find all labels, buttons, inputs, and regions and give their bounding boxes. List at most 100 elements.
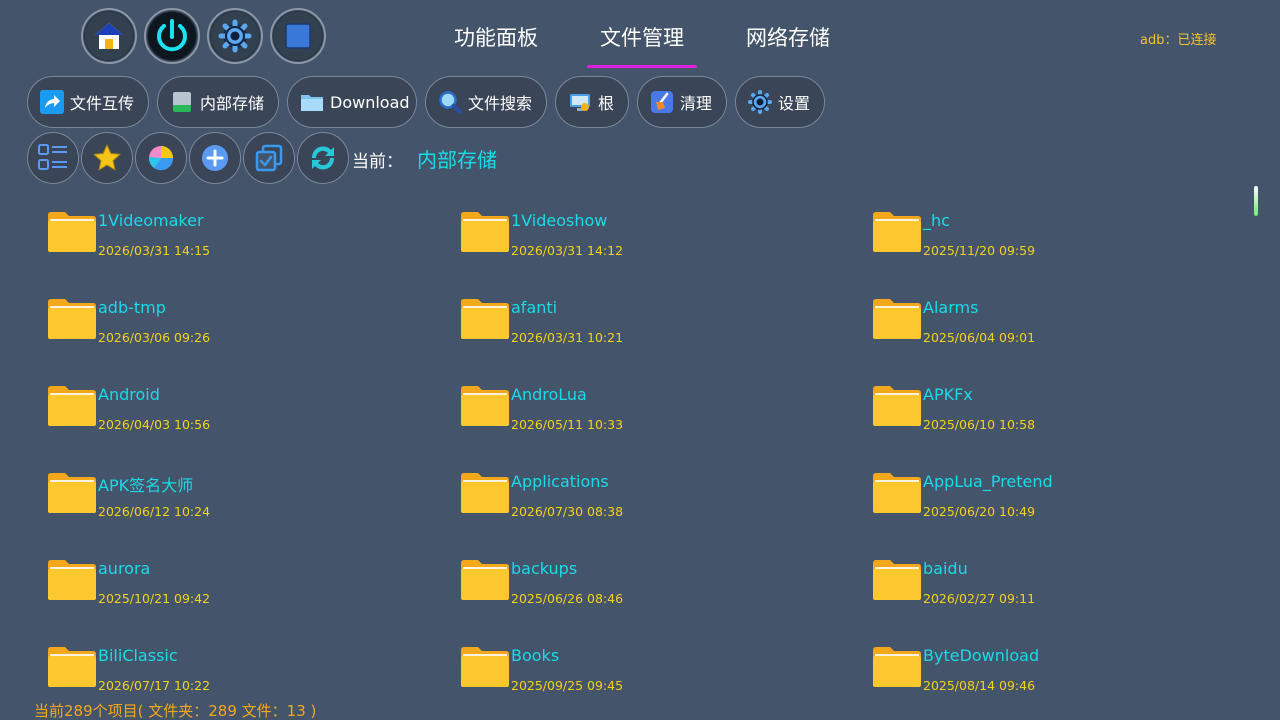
refresh-icon	[311, 146, 335, 170]
folder-item[interactable]: afanti 2026/03/31 10:21	[459, 292, 871, 379]
folder-icon	[873, 560, 921, 600]
folder-item[interactable]: backups 2025/06/26 08:46	[459, 553, 871, 640]
folder-item[interactable]: baidu 2026/02/27 09:11	[871, 553, 1251, 640]
folder-date: 2026/07/17 10:22	[98, 678, 211, 693]
folder-name: aurora	[98, 559, 151, 578]
folder-date: 2026/06/12 10:24	[98, 504, 211, 519]
internal-storage-button[interactable]: 内部存储	[157, 76, 279, 128]
folder-item[interactable]: _hc 2025/11/20 09:59	[871, 205, 1251, 292]
folder-date: 2025/11/20 09:59	[923, 243, 1036, 258]
folder-name: Books	[511, 646, 560, 665]
folder-item[interactable]: aurora 2025/10/21 09:42	[46, 553, 459, 640]
item-count-summary: 当前289个项目( 文件夹：289 文件：13 )	[34, 702, 317, 720]
folder-date: 2026/03/31 14:15	[98, 243, 211, 258]
folder-item[interactable]: Android 2026/04/03 10:56	[46, 379, 459, 466]
folder-name: baidu	[923, 559, 968, 578]
folder-item[interactable]: APKFx 2025/06/10 10:58	[871, 379, 1251, 466]
file-transfer-button[interactable]: 文件互传	[27, 76, 149, 128]
multi-select-button[interactable]	[243, 132, 295, 184]
folder-date: 2026/02/27 09:11	[923, 591, 1036, 606]
folder-icon	[873, 647, 921, 687]
file-search-label: 文件搜索	[468, 94, 533, 113]
tab-network-storage[interactable]: 网络存储	[746, 22, 830, 68]
download-label: Download	[330, 92, 410, 112]
root-label: 根	[598, 94, 615, 113]
folder-name: BiliClassic	[98, 646, 178, 665]
folder-name: Android	[98, 385, 160, 404]
folder-icon	[48, 647, 96, 687]
tab-file-manager[interactable]: 文件管理	[587, 22, 697, 68]
view-mode-button[interactable]	[27, 132, 79, 184]
scrollbar-thumb[interactable]	[1254, 186, 1258, 216]
folder-name: _hc	[923, 211, 950, 230]
folder-date: 2026/03/31 10:21	[511, 330, 624, 345]
folder-date: 2025/06/26 08:46	[511, 591, 624, 606]
folder-icon	[873, 473, 921, 513]
folder-name: 1Videomaker	[98, 211, 204, 230]
settings-label: 设置	[778, 94, 811, 113]
favorite-button[interactable]	[81, 132, 133, 184]
file-transfer-label: 文件互传	[70, 94, 135, 113]
folder-date: 2026/07/30 08:38	[511, 504, 624, 519]
folder-icon	[461, 473, 509, 513]
folder-icon	[461, 560, 509, 600]
adb-status: adb：已连接	[1140, 33, 1217, 48]
folder-icon	[461, 386, 509, 426]
add-icon	[202, 145, 228, 171]
file-search-button[interactable]: 文件搜索	[425, 76, 547, 128]
stop-button[interactable]	[270, 8, 326, 64]
gear-icon	[748, 90, 772, 114]
refresh-button[interactable]	[297, 132, 349, 184]
home-icon	[84, 11, 134, 61]
current-path[interactable]: 内部存储	[417, 144, 497, 173]
internal-storage-label: 内部存储	[200, 94, 265, 113]
folder-name: Alarms	[923, 298, 979, 317]
clean-button[interactable]: 清理	[637, 76, 727, 128]
add-button[interactable]	[189, 132, 241, 184]
home-button[interactable]	[81, 8, 137, 64]
multi-select-icon	[255, 144, 283, 172]
power-button[interactable]	[144, 8, 200, 64]
folder-date: 2025/09/25 09:45	[511, 678, 624, 693]
settings-pill-button[interactable]: 设置	[735, 76, 825, 128]
folder-date: 2025/10/21 09:42	[98, 591, 211, 606]
folder-icon	[48, 212, 96, 252]
storage-chart-button[interactable]	[135, 132, 187, 184]
folder-item[interactable]: 1Videomaker 2026/03/31 14:15	[46, 205, 459, 292]
folder-item[interactable]: Alarms 2025/06/04 09:01	[871, 292, 1251, 379]
folder-item[interactable]: 1Videoshow 2026/03/31 14:12	[459, 205, 871, 292]
folder-item[interactable]: AppLua_Pretend 2025/06/20 10:49	[871, 466, 1251, 553]
folder-name: backups	[511, 559, 578, 578]
folder-name: Applications	[511, 472, 609, 491]
folder-item[interactable]: adb-tmp 2026/03/06 09:26	[46, 292, 459, 379]
folder-item[interactable]: Books 2025/09/25 09:45	[459, 640, 871, 720]
current-path-label: 当前：	[352, 152, 403, 172]
tab-function-panel[interactable]: 功能面板	[454, 22, 538, 68]
folder-name: adb-tmp	[98, 298, 166, 317]
folder-date: 2026/05/11 10:33	[511, 417, 624, 432]
folder-name: APK签名大师	[98, 476, 194, 495]
folder-date: 2026/03/31 14:12	[511, 243, 624, 258]
folder-name: afanti	[511, 298, 558, 317]
share-icon	[40, 90, 64, 114]
root-button[interactable]: 根	[555, 76, 629, 128]
storage-chart-icon	[148, 146, 174, 171]
folder-name: 1Videoshow	[511, 211, 608, 230]
power-icon	[147, 11, 197, 61]
folder-icon	[461, 299, 509, 339]
download-button[interactable]: Download	[287, 76, 417, 128]
folder-date: 2026/04/03 10:56	[98, 417, 211, 432]
favorite-icon	[93, 144, 121, 171]
folder-icon	[873, 212, 921, 252]
folder-item[interactable]: APK签名大师 2026/06/12 10:24	[46, 466, 459, 553]
root-icon	[568, 90, 592, 114]
folder-icon	[48, 299, 96, 339]
broom-icon	[650, 90, 674, 114]
folder-item[interactable]: AndroLua 2026/05/11 10:33	[459, 379, 871, 466]
folder-name: AndroLua	[511, 385, 587, 404]
folder-date: 2025/06/04 09:01	[923, 330, 1036, 345]
folder-item[interactable]: ByteDownload 2025/08/14 09:46	[871, 640, 1251, 720]
settings-button[interactable]	[207, 8, 263, 64]
folder-icon	[873, 299, 921, 339]
folder-item[interactable]: Applications 2026/07/30 08:38	[459, 466, 871, 553]
